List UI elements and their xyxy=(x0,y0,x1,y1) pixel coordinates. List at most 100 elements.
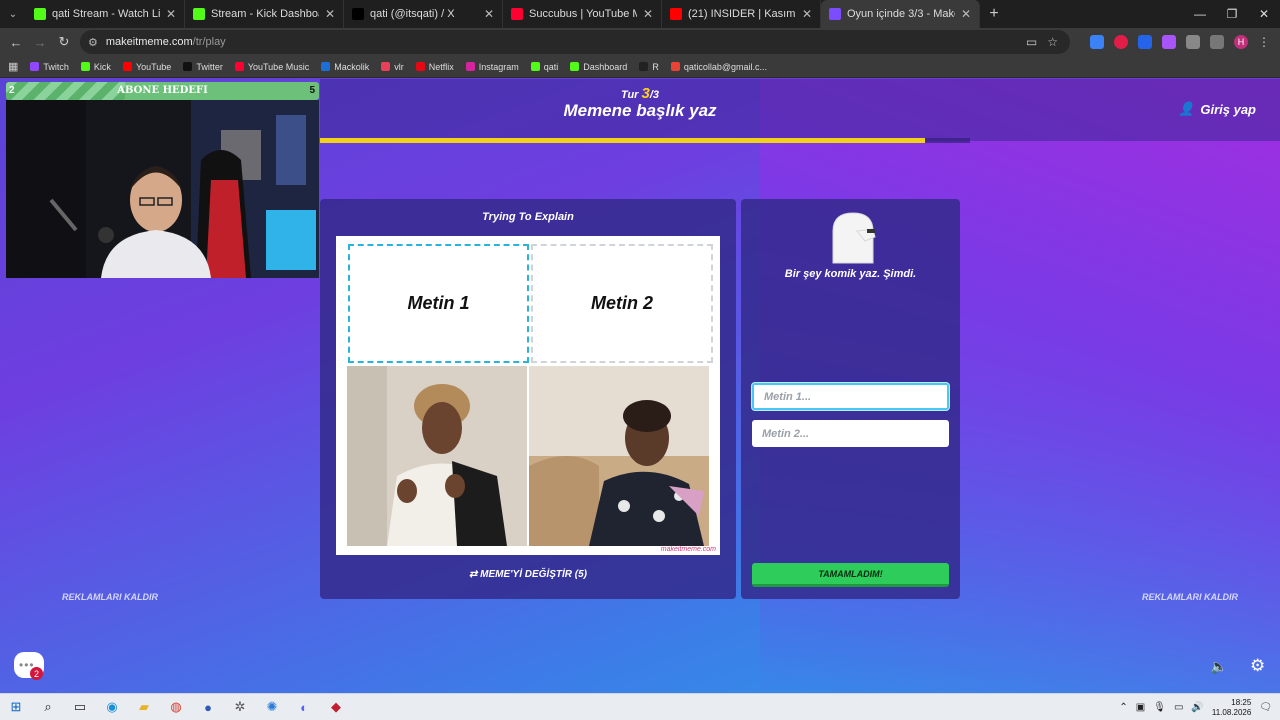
minimize-icon[interactable]: — xyxy=(1184,0,1216,28)
reload-icon[interactable]: ↻ xyxy=(52,34,76,50)
caption-prompt: Bir şey komik yaz. Şimdi. xyxy=(784,268,917,280)
clock-date: 11.08.2026 xyxy=(1211,707,1252,717)
site-info-icon[interactable]: ⚙ xyxy=(88,36,98,49)
extensions-area: H ⋮ xyxy=(1090,28,1280,56)
bookmark-favicon-icon xyxy=(80,62,90,71)
network-icon[interactable]: ▭ xyxy=(1174,702,1183,713)
url-input[interactable]: ⚙ makeitmeme.com/tr/play ▭ ☆ xyxy=(80,30,1070,54)
extensions-puzzle-icon[interactable] xyxy=(1186,35,1200,49)
notifications-icon[interactable]: 🗨 xyxy=(1259,702,1272,713)
bookmark-item[interactable]: Mackolik xyxy=(321,62,369,72)
bookmarks-bar: ▦ Twitch Kick YouTube Twitter YouTube Music M… xyxy=(0,56,1280,78)
text-2-input[interactable]: Metin 2... xyxy=(752,420,949,447)
bookmark-item[interactable]: Dashboard xyxy=(570,62,627,72)
meme-card: Metin 1 Metin 2 makeitmeme.com xyxy=(336,236,720,555)
window-controls: — ❐ ✕ xyxy=(1184,0,1280,28)
browser-tab[interactable]: Oyun içinde 3/3 - Make it Meme ✕ xyxy=(821,0,980,28)
new-tab-button[interactable]: + xyxy=(980,5,1008,23)
app-network-icon[interactable]: ✺ xyxy=(256,694,288,720)
meme-text-box-2[interactable]: Metin 2 xyxy=(531,244,713,363)
microphone-icon[interactable]: 🎙 xyxy=(1153,702,1166,713)
browser-tab[interactable]: (21) INSIDER | Kasımpaşa maçı ✕ xyxy=(662,0,821,28)
close-tab-icon[interactable]: ✕ xyxy=(961,7,971,21)
reading-list-icon[interactable] xyxy=(1210,35,1224,49)
translate-extension-icon[interactable] xyxy=(1090,35,1104,49)
bookmark-favicon-icon xyxy=(639,62,649,71)
tray-chevron-icon[interactable]: ⌃ xyxy=(1119,702,1127,713)
meme-watermark: makeitmeme.com xyxy=(660,546,716,553)
tray-app-icon[interactable]: ▣ xyxy=(1136,702,1145,713)
task-view-icon[interactable]: ▭ xyxy=(64,694,96,720)
bookmark-favicon-icon xyxy=(183,62,193,71)
url-path: /tr/play xyxy=(192,36,226,48)
bookmark-item[interactable]: vlr xyxy=(381,62,404,72)
profile-avatar[interactable]: H xyxy=(1234,35,1248,49)
clock-time: 18:25 xyxy=(1231,697,1252,707)
bookmark-label: Netflix xyxy=(428,61,454,72)
kick-icon xyxy=(34,8,46,20)
remove-ads-left-link[interactable]: REKLAMLARI KALDIR xyxy=(62,592,158,602)
forward-icon[interactable]: → xyxy=(28,35,52,50)
login-button[interactable]: 👤 Giriş yap xyxy=(1178,101,1256,117)
kick-icon xyxy=(193,8,205,20)
change-meme-label: MEME'Yİ DEĞİŞTİR (5) xyxy=(480,569,587,580)
search-icon[interactable]: ⌕ xyxy=(32,694,64,720)
done-button[interactable]: TAMAMLADIM! xyxy=(752,563,949,587)
settings-gear-icon[interactable]: ⚙ xyxy=(1250,656,1265,676)
bookmark-item[interactable]: Netflix xyxy=(415,61,454,72)
bookmark-item[interactable]: YouTube xyxy=(122,62,171,72)
meme-image-left xyxy=(347,366,527,546)
bookmark-item[interactable]: Twitter xyxy=(183,62,223,72)
cast-icon[interactable]: ▭ xyxy=(1026,35,1037,49)
close-window-icon[interactable]: ✕ xyxy=(1248,0,1280,28)
browser-tab[interactable]: Stream - Kick Dashboard ✕ xyxy=(185,0,344,28)
close-tab-icon[interactable]: ✕ xyxy=(325,7,335,21)
caption-panel: Bir şey komik yaz. Şimdi. Metin 1... Met… xyxy=(741,199,960,599)
windows-start-icon[interactable]: ⊞ xyxy=(0,694,32,720)
change-meme-button[interactable]: ⇄ MEME'Yİ DEĞİŞTİR (5) xyxy=(320,569,736,580)
browser-tab-label: (21) INSIDER | Kasımpaşa maçı xyxy=(688,8,796,20)
bookmark-star-icon[interactable]: ☆ xyxy=(1047,35,1058,49)
browser-tab[interactable]: qati Stream - Watch Live on Kick ✕ xyxy=(26,0,185,28)
apps-grid-icon[interactable]: ▦ xyxy=(8,60,18,73)
app-gear-icon[interactable]: ✲ xyxy=(224,694,256,720)
browser-tab[interactable]: Succubus | YouTube Music ✕ xyxy=(503,0,662,28)
app-blue-icon[interactable]: ● xyxy=(192,694,224,720)
chrome-icon[interactable]: ◍ xyxy=(160,694,192,720)
volume-icon[interactable]: 🔈 xyxy=(1210,658,1227,675)
browser-tab-label: qati Stream - Watch Live on Kick xyxy=(52,8,160,20)
tab-search-icon[interactable]: ⌄ xyxy=(0,0,26,28)
bookmark-item[interactable]: YouTube Music xyxy=(234,62,309,72)
close-tab-icon[interactable]: ✕ xyxy=(484,7,494,21)
url-host: makeitmeme.com xyxy=(105,36,193,48)
bookmark-label: Kick xyxy=(93,61,111,72)
browser-tab[interactable]: qati (@itsqati) / X ✕ xyxy=(344,0,503,28)
close-tab-icon[interactable]: ✕ xyxy=(166,7,176,21)
round-timer-bar xyxy=(320,138,970,143)
bookmark-item[interactable]: R xyxy=(639,62,659,72)
restore-icon[interactable]: ❐ xyxy=(1216,0,1248,28)
audio-extension-icon[interactable] xyxy=(1138,35,1152,49)
file-explorer-icon[interactable]: ▰ xyxy=(128,694,160,720)
bookmark-label: Twitch xyxy=(43,61,69,72)
meme-text-box-1[interactable]: Metin 1 xyxy=(348,244,529,363)
app-red-icon[interactable]: ◆ xyxy=(320,694,352,720)
purple-extension-icon[interactable] xyxy=(1162,35,1176,49)
text-1-input[interactable]: Metin 1... xyxy=(752,383,949,410)
bookmark-item[interactable]: qati xyxy=(530,62,558,72)
clock[interactable]: 18:25 11.08.2026 xyxy=(1212,698,1251,718)
back-icon[interactable]: ← xyxy=(4,35,28,50)
speaker-icon[interactable]: 🔊 xyxy=(1191,702,1203,713)
discord-icon[interactable]: ◐ xyxy=(288,694,320,720)
bookmark-item[interactable]: qaticollab@gmail.c... xyxy=(670,62,767,72)
bookmark-item[interactable]: Kick xyxy=(80,61,111,72)
browser-menu-icon[interactable]: ⋮ xyxy=(1258,35,1270,49)
close-tab-icon[interactable]: ✕ xyxy=(802,7,812,21)
bookmark-item[interactable]: Instagram xyxy=(465,62,519,72)
close-tab-icon[interactable]: ✕ xyxy=(643,7,653,21)
bookmark-item[interactable]: Twitch xyxy=(30,62,69,72)
edge-icon[interactable]: ◉ xyxy=(96,694,128,720)
record-extension-icon[interactable] xyxy=(1114,35,1128,49)
meme-panel: Trying To Explain Metin 1 Metin 2 makeit… xyxy=(320,199,736,599)
remove-ads-right-link[interactable]: REKLAMLARI KALDIR xyxy=(1142,592,1238,602)
